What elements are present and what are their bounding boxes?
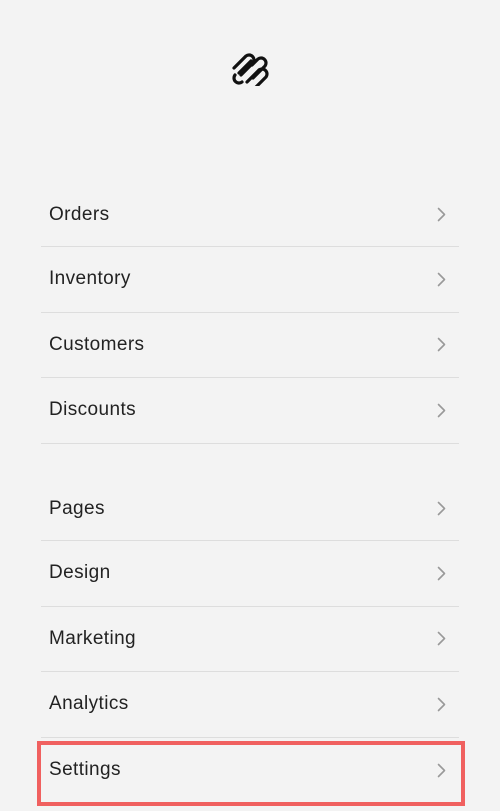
menu-item-customers[interactable]: Customers [41, 313, 459, 378]
chevron-right-icon [437, 697, 446, 712]
squarespace-logo-icon[interactable] [230, 52, 270, 86]
menu-item-discounts[interactable]: Discounts [41, 378, 459, 444]
menu-item-orders[interactable]: Orders [41, 183, 459, 247]
menu-item-label: Analytics [49, 693, 129, 715]
menu-item-label: Inventory [49, 268, 131, 290]
menu-group-site: Pages Design Marketing Analytics Setting… [41, 477, 459, 803]
menu-item-label: Discounts [49, 399, 137, 421]
chevron-right-icon [437, 272, 446, 287]
main-menu-page: Orders Inventory Customers Discounts Pag… [0, 0, 500, 811]
menu-item-label: Pages [49, 497, 105, 519]
menu-item-label: Settings [49, 759, 121, 781]
menu-item-analytics[interactable]: Analytics [41, 672, 459, 738]
menu-item-pages[interactable]: Pages [41, 477, 459, 541]
menu-item-settings[interactable]: Settings [41, 738, 459, 804]
menu-item-label: Customers [49, 333, 145, 355]
chevron-right-icon [437, 337, 446, 352]
chevron-right-icon [437, 631, 446, 646]
menu-item-label: Marketing [49, 627, 137, 649]
menu-item-design[interactable]: Design [41, 541, 459, 607]
menu-item-marketing[interactable]: Marketing [41, 607, 459, 672]
chevron-right-icon [437, 763, 446, 778]
menu-item-label: Orders [49, 203, 110, 225]
menu-group-commerce: Orders Inventory Customers Discounts [41, 183, 459, 444]
chevron-right-icon [437, 566, 446, 581]
chevron-right-icon [437, 501, 446, 516]
chevron-right-icon [437, 207, 446, 222]
chevron-right-icon [437, 403, 446, 418]
menu-item-label: Design [49, 562, 111, 584]
menu-item-inventory[interactable]: Inventory [41, 247, 459, 313]
